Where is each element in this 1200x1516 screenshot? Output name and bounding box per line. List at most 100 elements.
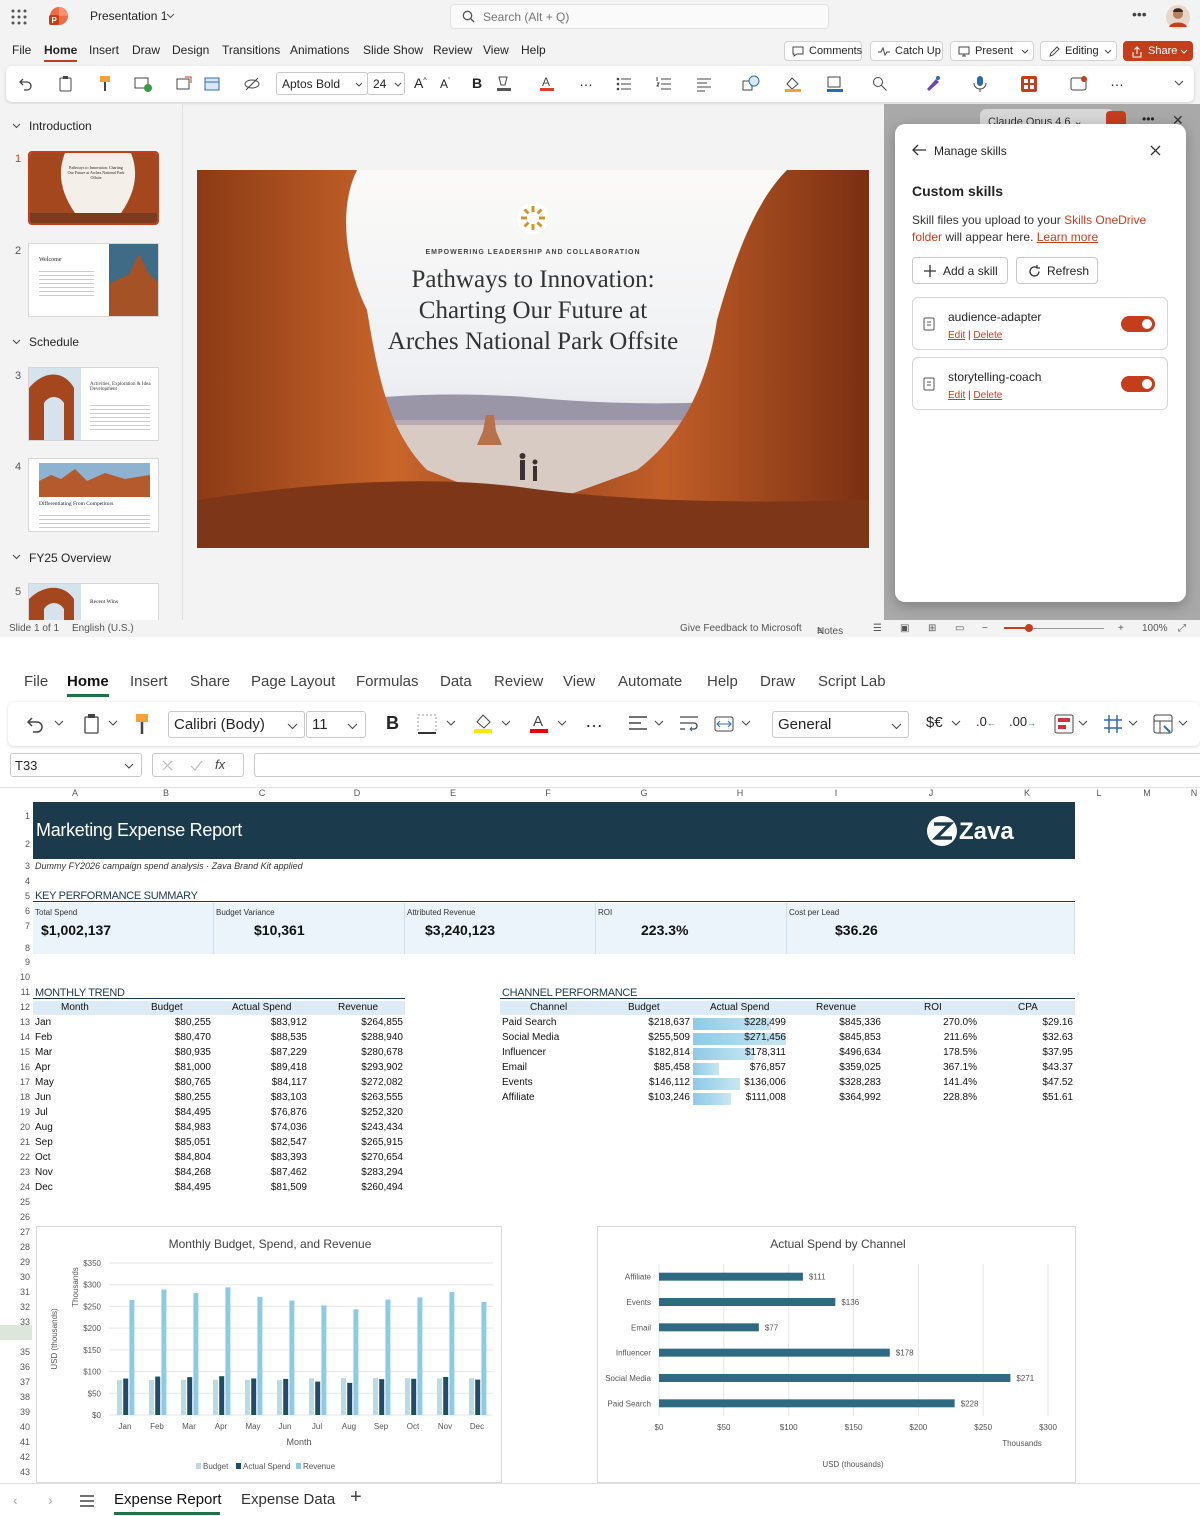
bold-icon[interactable]: B <box>386 713 399 734</box>
format-painter-icon[interactable] <box>134 713 150 735</box>
row-header-number[interactable]: 19 <box>0 1107 32 1117</box>
avatar[interactable] <box>1166 5 1190 29</box>
sheet-tab-expense-report[interactable]: Expense Report <box>114 1491 222 1508</box>
outline-view-icon[interactable]: ☰ <box>873 623 882 634</box>
skills-onedrive-link[interactable]: Skills OneDrive <box>1064 213 1146 227</box>
slide-thumbnail-2[interactable]: Welcome <box>28 243 159 317</box>
edit-skill-link[interactable]: Edit <box>948 330 965 341</box>
menu-share[interactable]: Share <box>190 673 230 690</box>
row-header-number[interactable]: 30 <box>0 1272 32 1282</box>
menu-transitions[interactable]: Transitions <box>222 43 280 57</box>
more-options-icon[interactable]: ••• <box>1132 6 1147 22</box>
column-header-letter[interactable]: K <box>1017 788 1037 802</box>
chevron-down-icon[interactable] <box>108 720 118 726</box>
column-header-letter[interactable]: B <box>156 788 176 802</box>
normal-view-icon[interactable]: ▣ <box>900 623 909 634</box>
cancel-icon[interactable] <box>162 760 173 771</box>
shape-fill-icon[interactable] <box>784 75 802 93</box>
row-header-number[interactable]: 13 <box>0 1017 32 1027</box>
menu-page-layout[interactable]: Page Layout <box>251 673 335 690</box>
decrease-font-size-icon[interactable]: Aˇ <box>440 77 450 91</box>
menu-draw[interactable]: Draw <box>132 43 160 57</box>
dictate-icon[interactable] <box>972 75 988 93</box>
shapes-icon[interactable] <box>742 75 760 93</box>
section-schedule[interactable]: Schedule <box>29 335 79 349</box>
menu-formulas[interactable]: Formulas <box>356 673 419 690</box>
chevron-down-icon[interactable] <box>654 720 664 726</box>
paste-icon[interactable] <box>58 75 74 92</box>
monthly-chart[interactable]: Monthly Budget, Spend, and Revenue $0 $50 $… <box>36 1226 502 1483</box>
increase-font-size-icon[interactable]: A^ <box>414 75 427 91</box>
row-header-number[interactable]: 20 <box>0 1122 32 1132</box>
bullets-icon[interactable] <box>616 76 632 92</box>
more-font-options-icon[interactable]: … <box>585 711 603 732</box>
chevron-down-icon[interactable] <box>54 720 64 726</box>
paste-icon[interactable] <box>83 713 101 735</box>
all-sheets-icon[interactable] <box>80 1495 94 1507</box>
menu-file[interactable]: File <box>12 43 31 57</box>
row-header-number[interactable]: 23 <box>0 1167 32 1177</box>
row-header-number[interactable]: 22 <box>0 1152 32 1162</box>
menu-slide-show[interactable]: Slide Show <box>363 43 423 57</box>
name-box[interactable]: T33 <box>10 753 142 777</box>
reading-view-icon[interactable]: ▭ <box>955 623 964 634</box>
column-header-letter[interactable]: D <box>347 788 367 802</box>
section-fy25-overview[interactable]: FY25 Overview <box>29 551 111 565</box>
new-slide-icon[interactable] <box>134 76 152 92</box>
menu-design[interactable]: Design <box>172 43 209 57</box>
row-header-number[interactable]: 40 <box>0 1422 32 1432</box>
column-header-letter[interactable]: I <box>826 788 846 802</box>
chevron-down-icon[interactable] <box>1128 720 1138 726</box>
chevron-down-icon[interactable] <box>1178 720 1188 726</box>
prev-sheet-icon[interactable]: ‹ <box>13 1492 18 1508</box>
align-icon[interactable] <box>696 76 712 92</box>
shape-outline-icon[interactable] <box>826 75 844 93</box>
row-header-number[interactable]: 6 <box>0 906 32 916</box>
fit-slide-icon[interactable]: ⤢ <box>1178 623 1186 634</box>
zoom-in-icon[interactable]: + <box>1118 623 1124 634</box>
chevron-down-icon[interactable] <box>501 720 511 726</box>
menu-home[interactable]: Home <box>67 673 109 690</box>
row-header-number[interactable]: 39 <box>0 1407 32 1417</box>
skill-toggle[interactable] <box>1121 316 1155 332</box>
conditional-formatting-icon[interactable] <box>1054 714 1074 734</box>
row-header-number[interactable]: 28 <box>0 1242 32 1252</box>
dialog-back-label[interactable]: Manage skills <box>934 144 1007 158</box>
undo-icon[interactable] <box>18 76 34 92</box>
fill-color-icon[interactable] <box>473 712 493 734</box>
menu-script-lab[interactable]: Script Lab <box>818 673 886 690</box>
row-header-number[interactable]: 2 <box>0 839 32 849</box>
share-button[interactable]: Share <box>1123 41 1193 61</box>
layout-icon[interactable] <box>204 76 220 92</box>
reuse-slides-icon[interactable] <box>176 76 192 92</box>
menu-animations[interactable]: Animations <box>290 43 349 57</box>
menu-automate[interactable]: Automate <box>618 673 682 690</box>
row-header-number[interactable]: 18 <box>0 1092 32 1102</box>
row-header-number[interactable]: 3 <box>0 861 32 871</box>
row-header-number[interactable]: 36 <box>0 1362 32 1372</box>
number-format-dropdown[interactable]: General <box>772 711 909 738</box>
slide-thumbnail-3[interactable]: Activities, Exploration & Idea Developme… <box>28 367 159 441</box>
row-header-number[interactable]: 17 <box>0 1077 32 1087</box>
menu-home[interactable]: Home <box>44 43 77 57</box>
menu-insert[interactable]: Insert <box>130 673 168 690</box>
present-button[interactable]: Present <box>950 41 1034 61</box>
document-title[interactable]: Presentation 1 <box>90 9 167 23</box>
menu-help[interactable]: Help <box>521 43 546 57</box>
chevron-down-icon[interactable] <box>1021 49 1029 54</box>
borders-icon[interactable] <box>417 714 437 734</box>
zoom-level[interactable]: 100% <box>1142 623 1168 634</box>
row-header-number[interactable]: 26 <box>0 1212 32 1222</box>
column-header-letter[interactable]: J <box>921 788 941 802</box>
row-header-number[interactable]: 38 <box>0 1392 32 1402</box>
column-header-letter[interactable]: L <box>1089 788 1109 802</box>
menu-file[interactable]: File <box>24 673 48 690</box>
font-size-dropdown[interactable]: 24 <box>367 72 405 95</box>
align-icon[interactable] <box>628 715 648 733</box>
row-header-number[interactable]: 21 <box>0 1137 32 1147</box>
add-sheet-icon[interactable]: + <box>350 1486 362 1509</box>
more-commands-icon[interactable]: … <box>1110 73 1124 89</box>
chevron-down-icon[interactable] <box>557 720 567 726</box>
language-status[interactable]: English (U.S.) <box>72 623 134 634</box>
menu-help[interactable]: Help <box>707 673 738 690</box>
